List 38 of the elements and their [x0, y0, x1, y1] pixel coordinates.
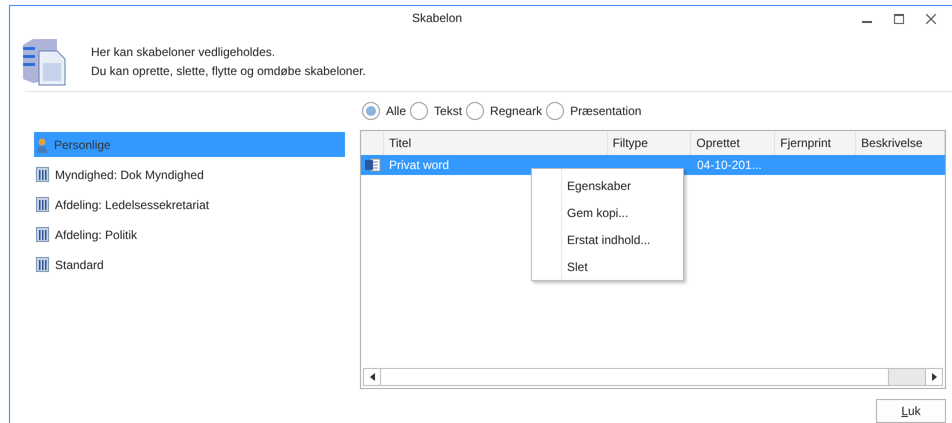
- sidebar-label: Myndighed: Dok Myndighed: [55, 166, 204, 184]
- filter-radio[interactable]: Tekst: [410, 102, 462, 120]
- filter-radio[interactable]: Regneark: [466, 102, 542, 120]
- sidebar-label: Afdeling: Politik: [55, 226, 138, 244]
- scroll-right-button[interactable]: [925, 369, 942, 385]
- menu-item[interactable]: Slet: [532, 253, 683, 280]
- word-document-icon: [364, 158, 380, 172]
- person-icon: [36, 136, 48, 152]
- filter-radio[interactable]: Alle: [362, 102, 406, 120]
- sidebar-label: Standard: [55, 256, 104, 274]
- sidebar-label: Personlige: [54, 136, 111, 154]
- close-button[interactable]: Luk: [876, 399, 946, 423]
- header-text: Her kan skabeloner vedligeholdes.: [91, 44, 276, 62]
- sidebar-label: Afdeling: Ledelsessekretariat: [55, 196, 210, 214]
- building-icon: [36, 167, 49, 182]
- building-icon: [36, 257, 49, 272]
- left-arrow-icon: [370, 373, 374, 381]
- menu-item[interactable]: Erstat indhold...: [532, 226, 683, 254]
- right-arrow-icon: [932, 373, 936, 381]
- sidebar-item[interactable]: Afdeling: Politik: [34, 222, 345, 247]
- window-title: Skabelon: [412, 10, 462, 27]
- sidebar-item[interactable]: Standard: [34, 252, 345, 277]
- horizontal-scrollbar[interactable]: [363, 368, 943, 386]
- close-icon[interactable]: [926, 14, 936, 24]
- scroll-thumb[interactable]: [381, 369, 889, 385]
- header-text: Du kan oprette, slette, flytte og omdøbe skabeloner.: [91, 63, 366, 80]
- sidebar-item[interactable]: Afdeling: Ledelsessekretariat: [34, 192, 345, 217]
- maximize-icon[interactable]: [894, 14, 904, 24]
- filter-radio[interactable]: Præsentation: [546, 102, 642, 120]
- sidebar-item[interactable]: Personlige: [34, 132, 345, 157]
- building-icon: [36, 227, 49, 242]
- scroll-left-button[interactable]: [364, 369, 381, 385]
- building-icon: [36, 197, 49, 212]
- table-cell: 04-10-201...: [697, 158, 762, 172]
- menu-item[interactable]: Gem kopi...: [532, 200, 683, 226]
- sidebar-item[interactable]: Myndighed: Dok Myndighed: [34, 162, 345, 187]
- table-cell: Privat word: [389, 158, 450, 172]
- menu-item[interactable]: Egenskaber: [532, 173, 683, 200]
